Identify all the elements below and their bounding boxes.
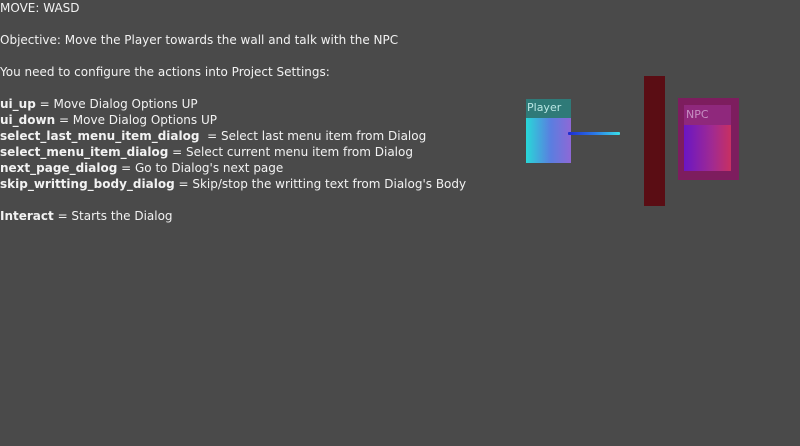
action-description: = Move Dialog Options UP (35, 97, 198, 111)
action-name: Interact (0, 209, 54, 223)
move-controls-text: MOVE: WASD (0, 1, 80, 15)
action-name: select_last_menu_item_dialog (0, 129, 200, 143)
action-ui-down: ui_down = Move Dialog Options UP (0, 112, 217, 128)
objective-text: Objective: Move the Player towards the w… (0, 33, 399, 47)
player-label: Player (526, 99, 571, 118)
action-description: = Go to Dialog's next page (117, 161, 284, 175)
player-sprite (526, 118, 571, 163)
action-ui-up: ui_up = Move Dialog Options UP (0, 96, 198, 112)
npc-label: NPC (684, 105, 731, 125)
action-name: ui_up (0, 97, 36, 111)
action-select-menu-item: select_menu_item_dialog = Select current… (0, 144, 413, 160)
action-name: select_menu_item_dialog (0, 145, 169, 159)
action-next-page: next_page_dialog = Go to Dialog's next p… (0, 160, 283, 176)
action-description: = Select last menu item from Dialog (199, 129, 427, 143)
action-description: = Select current menu item from Dialog (168, 145, 413, 159)
player-raycast (568, 132, 620, 135)
wall (644, 76, 665, 206)
config-note-text: You need to configure the actions into P… (0, 65, 330, 79)
action-select-last-menu-item: select_last_menu_item_dialog = Select la… (0, 128, 426, 144)
action-name: ui_down (0, 113, 56, 127)
action-description: = Skip/stop the writting text from Dialo… (174, 177, 467, 191)
action-skip-writing: skip_writting_body_dialog = Skip/stop th… (0, 176, 466, 192)
npc-sprite (684, 125, 731, 171)
action-name: skip_writting_body_dialog (0, 177, 175, 191)
action-name: next_page_dialog (0, 161, 118, 175)
action-description: = Starts the Dialog (53, 209, 173, 223)
action-description: = Move Dialog Options UP (55, 113, 217, 127)
action-interact: Interact = Starts the Dialog (0, 208, 173, 224)
